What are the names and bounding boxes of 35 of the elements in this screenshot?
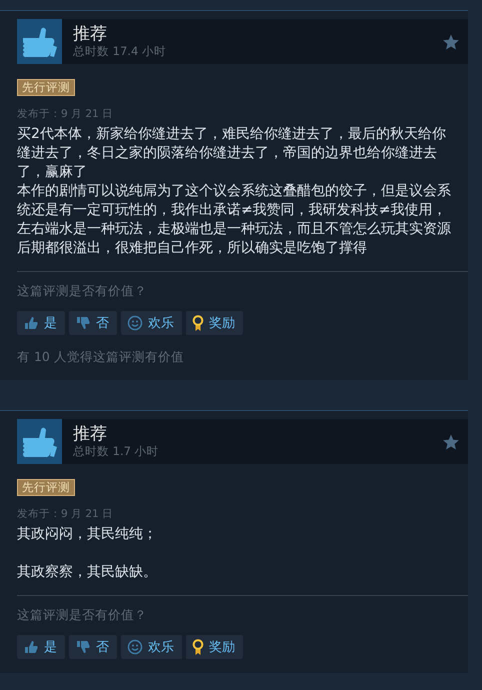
thumbs-up-icon — [17, 19, 62, 64]
playtime-text: 总时数 1.7 小时 — [73, 444, 160, 459]
thumbs-up-icon — [23, 639, 39, 655]
posted-date: 发布于：9 月 21 日 — [17, 107, 114, 121]
thumbs-up-icon — [17, 419, 62, 464]
playtime-text: 总时数 17.4 小时 — [73, 44, 167, 59]
funny-button[interactable]: 欢乐 — [121, 311, 182, 335]
review-paragraph: 买2代本体，新家给你缝进去了，难民给你缝进去了，最后的秋天给你缝进去了，冬日之家的陨落给你缝进去了，帝国的边界也给你缝进去了，赢麻了 — [17, 125, 447, 182]
thumbs-up-icon — [23, 315, 39, 331]
star-icon[interactable] — [442, 432, 460, 450]
yes-button[interactable]: 是 — [17, 635, 65, 659]
award-button[interactable]: 奖励 — [186, 311, 243, 335]
helpful-count: 有 10 人觉得这篇评测有价值 — [17, 349, 185, 366]
helpful-question: 这篇评测是否有价值？ — [17, 283, 148, 300]
review-paragraph: 其政闷闷，其民纯纯； — [17, 525, 158, 544]
thumbs-down-icon — [75, 315, 91, 331]
award-button[interactable]: 奖励 — [186, 635, 243, 659]
smiley-icon — [127, 315, 143, 331]
yes-button[interactable]: 是 — [17, 311, 65, 335]
early-access-badge: 先行评测 — [17, 79, 75, 96]
posted-date: 发布于：9 月 21 日 — [17, 507, 114, 521]
smiley-icon — [127, 639, 143, 655]
funny-button[interactable]: 欢乐 — [121, 635, 182, 659]
early-access-badge: 先行评测 — [17, 479, 75, 496]
review-paragraph: 本作的剧情可以说纯屌为了这个议会系统这叠醋包的饺子，但是议会系统还是有一定可玩性的，我作出承诺≠我赞同，我研发科技≠我使用，左右端水是一种玩法，走极端也是一种玩法，而且不管怎么玩其实资源后期都很溢出，很难把自己作死，所以确实是吃饱了撑得 — [17, 182, 452, 258]
no-button[interactable]: 否 — [69, 311, 117, 335]
no-button[interactable]: 否 — [69, 635, 117, 659]
review-paragraph: 其政察察，其民缺缺。 — [17, 563, 158, 582]
award-medal-icon — [192, 315, 204, 331]
thumbs-down-icon — [75, 639, 91, 655]
star-icon[interactable] — [442, 32, 460, 50]
review-verdict: 推荐 — [73, 24, 108, 44]
award-medal-icon — [192, 639, 204, 655]
review-verdict: 推荐 — [73, 424, 108, 444]
helpful-question: 这篇评测是否有价值？ — [17, 607, 148, 624]
